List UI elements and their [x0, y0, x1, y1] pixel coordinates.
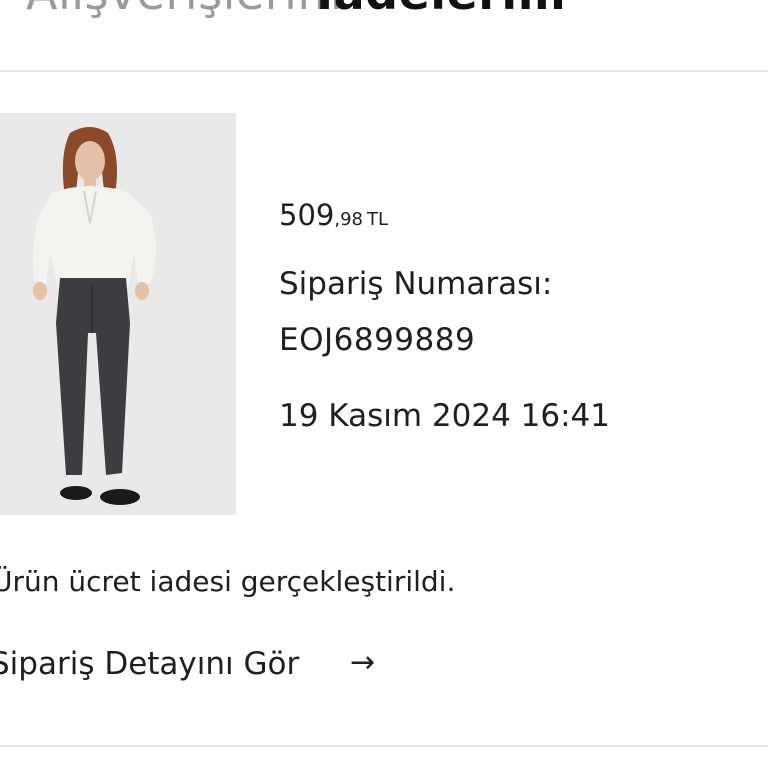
tab-returns[interactable]: İadelerim	[316, 0, 566, 16]
product-image[interactable]	[0, 113, 236, 515]
arrow-right-icon: →	[350, 645, 376, 680]
order-detail-link-label: Sipariş Detayını Gör	[0, 646, 300, 682]
tab-purchases[interactable]: Alışverişlerim	[26, 0, 343, 16]
refund-status-message: Ürün ücret iadesi gerçekleştirildi.	[0, 565, 456, 598]
order-number: EOJ6899889	[279, 322, 476, 358]
price-currency: TL	[367, 209, 389, 230]
order-date: 19 Kasım 2024 16:41	[279, 398, 610, 434]
header-divider	[0, 70, 768, 72]
order-price: 509,98 TL	[279, 198, 388, 237]
order-detail-link[interactable]: Sipariş Detayını Gör →	[0, 644, 390, 684]
card-divider	[0, 745, 768, 747]
price-main: 509	[279, 198, 335, 232]
order-number-label: Sipariş Numarası:	[279, 266, 553, 302]
returns-page: Alışverişlerim İadelerim 509,98TL	[0, 0, 768, 768]
price-cents: ,98	[334, 209, 363, 230]
